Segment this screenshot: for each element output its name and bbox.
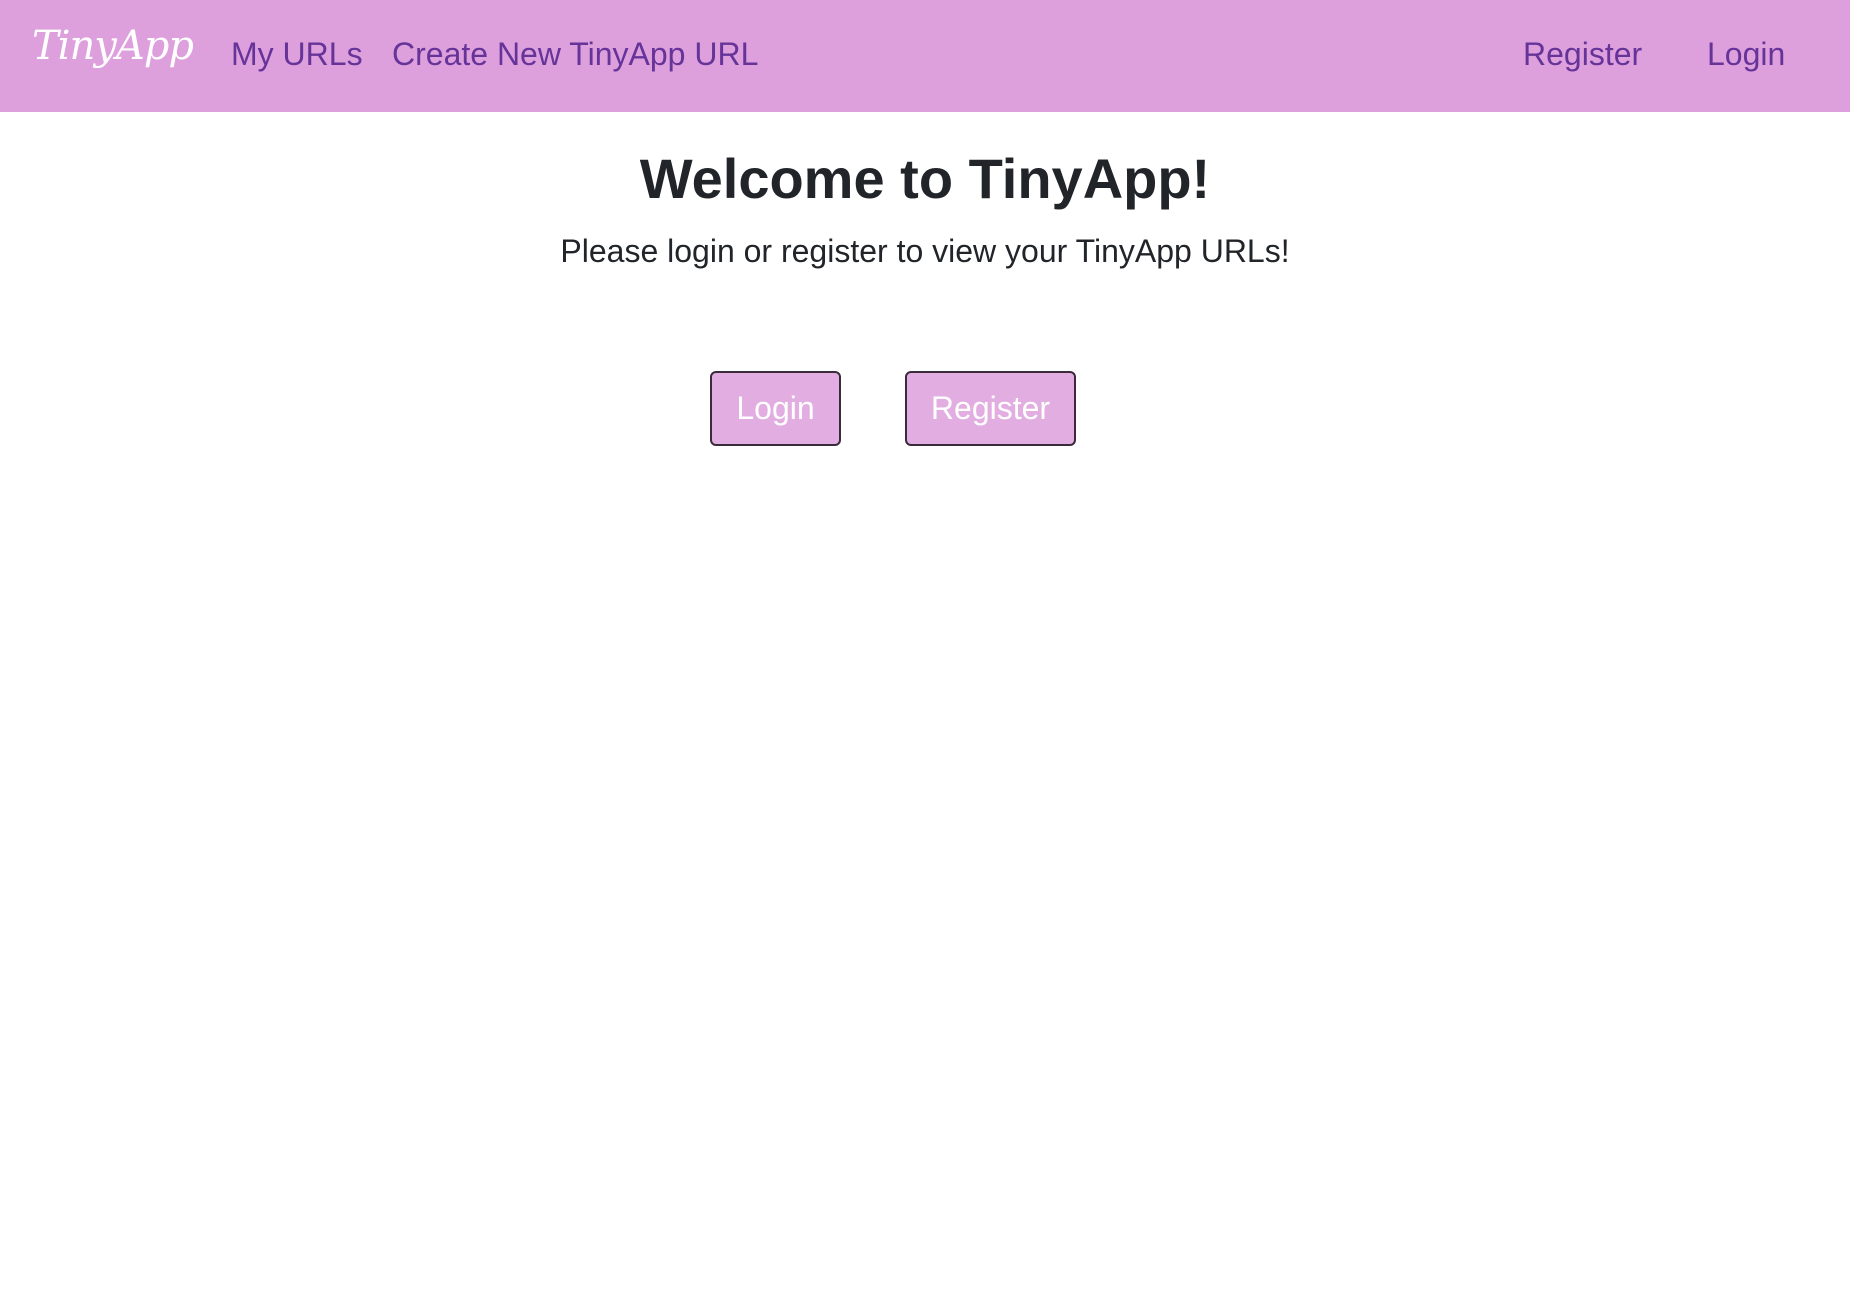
nav-link-login[interactable]: Login [1707,38,1785,70]
nav-link-my-urls[interactable]: My URLs [231,38,363,70]
main-content: Welcome to TinyApp! Please login or regi… [0,112,1850,1292]
brand-logo[interactable]: TinyApp [32,26,194,66]
nav-link-create-new-url[interactable]: Create New TinyApp URL [392,38,758,70]
page-title: Welcome to TinyApp! [639,147,1211,210]
navbar: TinyApp My URLs Create New TinyApp URL R… [0,0,1850,112]
login-button[interactable]: Login [710,371,841,446]
nav-link-register[interactable]: Register [1523,38,1642,70]
register-button[interactable]: Register [905,371,1076,446]
page-subtitle: Please login or register to view your Ti… [560,233,1290,269]
